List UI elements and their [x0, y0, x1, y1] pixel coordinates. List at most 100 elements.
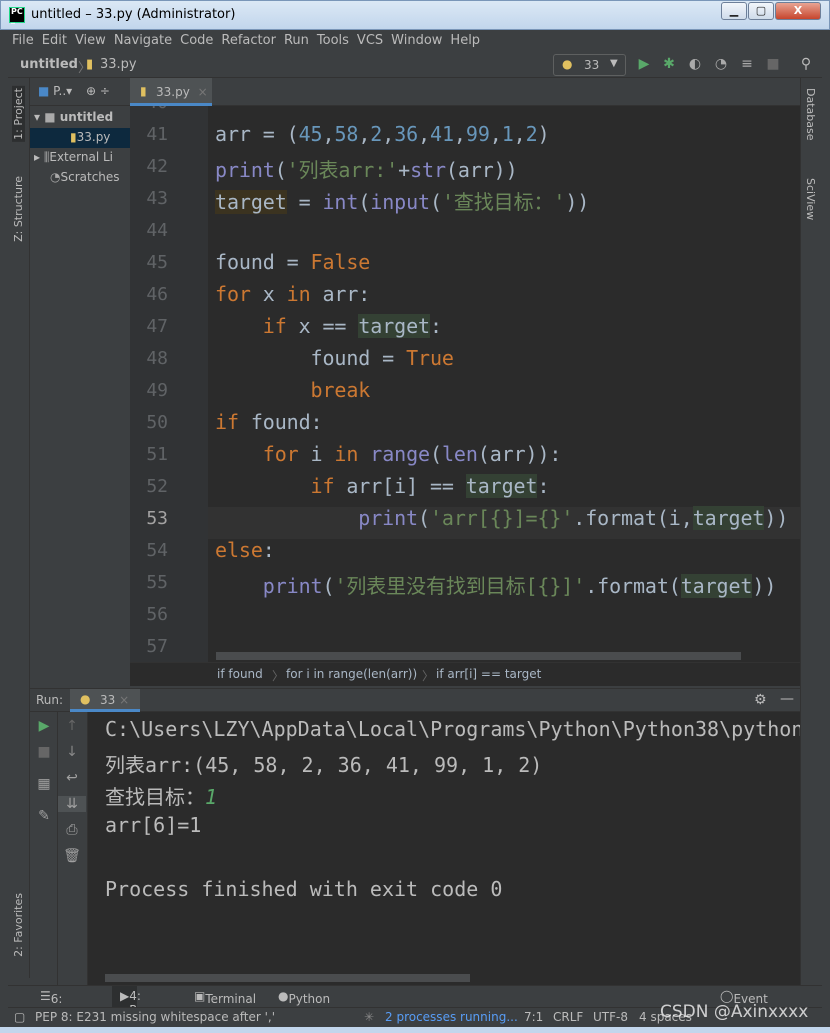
title-bar: PC _ untitled – 33.py (Administrator) ▁ ▢… — [0, 0, 830, 30]
project-panel-header: ■ P..▾ ⊕ ÷ — [30, 78, 130, 106]
tree-item-external-libraries[interactable]: ▸ ⫼External Li — [34, 150, 130, 165]
rerun-icon[interactable]: ▶ — [30, 718, 58, 734]
folder-icon: ■ — [38, 84, 50, 98]
menu-help[interactable]: Help — [446, 30, 484, 51]
window-frame — [0, 1027, 830, 1033]
project-view-select[interactable]: P.. — [53, 84, 66, 98]
code-line-53: print('arr[{}]={}'.format(i,target)) — [358, 506, 789, 530]
menu-run[interactable]: Run — [280, 30, 313, 51]
console-line: 列表arr:(45, 58, 2, 36, 41, 99, 1, 2) — [105, 753, 543, 777]
caret-position[interactable]: 7:1 — [524, 1010, 543, 1024]
line-number: 44 — [146, 220, 168, 241]
hide-icon[interactable]: — — [780, 691, 794, 707]
breadcrumb-if-arr[interactable]: if arr[i] == target — [436, 667, 541, 681]
menu-vcs[interactable]: VCS — [353, 30, 387, 51]
run-tab-33[interactable]: ● 33 × — [70, 689, 140, 712]
code-line-43: target = int(input('查找目标：')) — [215, 190, 590, 214]
python-console-button[interactable]: ● Python Console — [278, 989, 336, 1020]
menu-file[interactable]: File — [8, 30, 38, 51]
encoding[interactable]: UTF-8 — [593, 1010, 628, 1024]
user-input: 1 — [205, 785, 218, 809]
pin-icon[interactable]: ✎ — [30, 808, 58, 824]
layout-icon[interactable]: ▦ — [30, 776, 58, 792]
tree-item-scratches[interactable]: ◔Scratches — [50, 170, 120, 184]
locate-icon[interactable]: ⊕ — [86, 84, 96, 98]
code-line-54: else: — [215, 538, 275, 562]
trash-icon[interactable]: 🗑 — [58, 848, 86, 864]
processes-link[interactable]: 2 processes running... — [385, 1010, 518, 1024]
print-icon[interactable]: ⎙ — [58, 822, 86, 838]
line-number: 50 — [146, 412, 168, 433]
stop-icon[interactable]: ■ — [764, 56, 782, 72]
collapse-icon[interactable]: ÷ — [100, 84, 110, 98]
python-file-icon: ▮ — [140, 84, 147, 98]
run-console[interactable]: C:\Users\LZY\AppData\Local\Programs\Pyth… — [88, 712, 800, 985]
console-toolbar: ↑ ↓ ↩ ⇊ ⎙ 🗑 — [58, 712, 88, 985]
tab-33py[interactable]: ▮ 33.py × — [130, 78, 212, 106]
line-number: 53 — [146, 508, 168, 529]
line-number: 51 — [146, 444, 168, 465]
horizontal-scrollbar[interactable] — [216, 652, 741, 660]
left-tool-strip: 1: Project Z: Structure 2: Favorites — [8, 78, 30, 978]
event-log-button[interactable]: ◯ Event Log — [720, 989, 768, 1020]
tab-sciview[interactable]: SciView — [804, 178, 817, 220]
chevron-right-icon: 〉 — [422, 669, 435, 683]
code-line-49: break — [310, 378, 371, 402]
menu-navigate[interactable]: Navigate — [110, 30, 176, 51]
run-icon[interactable]: ▶ — [635, 56, 653, 72]
menu-tools[interactable]: Tools — [313, 30, 353, 51]
chevron-down-icon: ▼ — [610, 58, 618, 69]
python-icon: ● — [80, 692, 91, 706]
chevron-right-icon: 〉 — [272, 669, 285, 683]
line-number: 57 — [146, 636, 168, 657]
search-icon[interactable]: ⚲ — [797, 56, 815, 72]
tree-item-untitled[interactable]: ▾ ■ untitled — [34, 110, 113, 124]
code-line-48: found = True — [215, 346, 454, 370]
menu-code[interactable]: Code — [176, 30, 217, 51]
stop-icon[interactable]: ■ — [30, 744, 58, 760]
close-tab-icon[interactable]: × — [198, 85, 208, 99]
run-button[interactable]: ▶ 4: Run — [112, 986, 152, 1017]
menu-view[interactable]: View — [71, 30, 110, 51]
todo-button[interactable]: ☰ 6: TODO — [40, 989, 86, 1020]
soft-wrap-icon[interactable]: ↩ — [58, 770, 86, 786]
line-number: 45 — [146, 252, 168, 273]
tab-structure[interactable]: Z: Structure — [12, 176, 25, 242]
line-number: 55 — [146, 572, 168, 593]
maximize-button[interactable]: ▢ — [748, 2, 774, 20]
code-line-42: print('列表arr:'+str(arr)) — [215, 158, 518, 182]
menu-refactor[interactable]: Refactor — [217, 30, 280, 51]
pycharm-logo-icon: PC _ — [9, 7, 25, 24]
close-button[interactable]: X — [775, 2, 821, 20]
code-editor[interactable]: 40 41 42 43 44 45 46 47 48 49 50 51 52 53 54 55 56 57 arr… — [130, 106, 800, 662]
gear-icon[interactable]: ⚙ — [754, 692, 767, 708]
tab-favorites[interactable]: 2: Favorites — [12, 893, 25, 957]
tab-database[interactable]: Database — [804, 88, 817, 141]
run-toolbar: ▶ ■ ▦ ✎ — [30, 712, 58, 985]
run-config-select[interactable]: ● 33 ▼ — [553, 54, 626, 76]
tab-project[interactable]: 1: Project — [12, 86, 25, 142]
profile-icon[interactable]: ◔ — [712, 56, 730, 72]
nav-file[interactable]: 33.py — [100, 57, 137, 72]
down-arrow-icon[interactable]: ↓ — [58, 744, 86, 760]
line-separator[interactable]: CRLF — [553, 1010, 583, 1024]
toggle-panels-icon[interactable]: ▢ — [14, 1010, 25, 1024]
horizontal-scrollbar[interactable] — [105, 974, 470, 982]
console-line: arr[6]=1 — [105, 813, 202, 837]
menu-window[interactable]: Window — [387, 30, 446, 51]
scroll-to-end-icon[interactable]: ⇊ — [58, 796, 86, 812]
run-panel-header: Run: ● 33 × ⚙ — — [30, 688, 800, 712]
nav-project[interactable]: untitled — [20, 57, 78, 72]
debug-icon[interactable]: ✱ — [660, 56, 678, 72]
terminal-button[interactable]: ▣ Terminal — [194, 989, 256, 1006]
up-arrow-icon[interactable]: ↑ — [58, 718, 86, 734]
minimize-button[interactable]: ▁ — [721, 2, 747, 20]
breadcrumb-for[interactable]: for i in range(len(arr)) — [286, 667, 417, 681]
coverage-icon[interactable]: ◐ — [686, 56, 704, 72]
code-line-51: for i in range(len(arr)): — [262, 442, 562, 466]
breadcrumb-if-found[interactable]: if found — [217, 667, 263, 681]
concurrency-icon[interactable]: ≡ — [738, 56, 756, 72]
code-line-50: if found: — [215, 410, 323, 434]
menu-edit[interactable]: Edit — [38, 30, 71, 51]
tree-item-33py[interactable]: ▮33.py — [30, 128, 130, 148]
